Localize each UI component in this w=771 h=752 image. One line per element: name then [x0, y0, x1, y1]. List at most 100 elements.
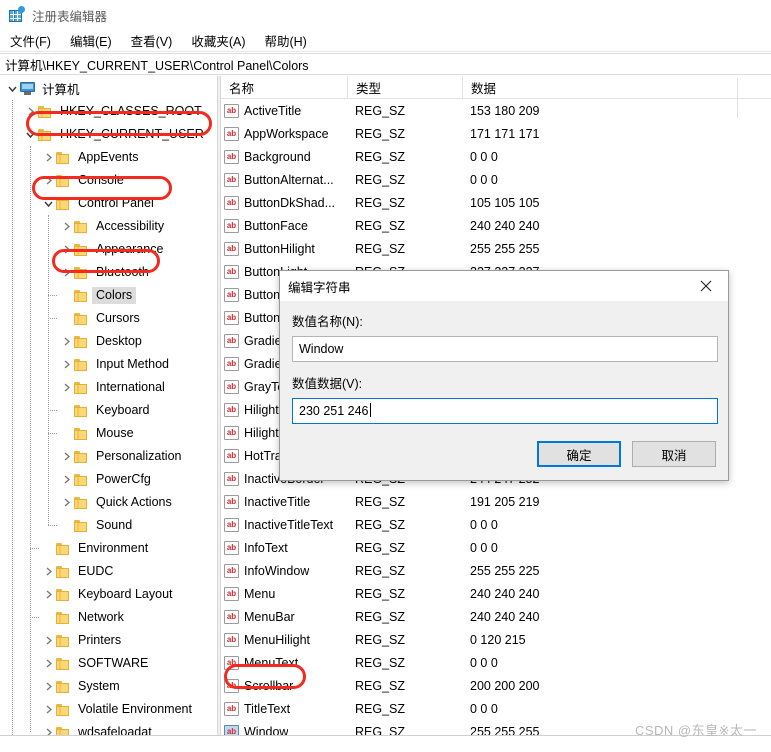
- tree-item-eudc[interactable]: EUDC: [0, 560, 217, 583]
- chevron-right-icon[interactable]: [58, 376, 74, 399]
- chevron-right-icon[interactable]: [58, 238, 74, 261]
- table-row[interactable]: ab ButtonFace REG_SZ 240 240 240: [221, 214, 771, 237]
- tree-item-wdsafeloadat[interactable]: wdsafeloadat: [0, 721, 217, 735]
- tree-item-console[interactable]: Console: [0, 169, 217, 192]
- tree-item-system[interactable]: System: [0, 675, 217, 698]
- column-header-type-label: 类型: [356, 81, 382, 96]
- menu-file[interactable]: 文件(F): [8, 29, 60, 52]
- chevron-right-icon[interactable]: [40, 583, 56, 606]
- column-header-name-label: 名称: [229, 81, 255, 96]
- close-icon[interactable]: [684, 271, 728, 301]
- tree-item-appevents[interactable]: AppEvents: [0, 146, 217, 169]
- table-row[interactable]: ab ButtonHilight REG_SZ 255 255 255: [221, 237, 771, 260]
- chevron-right-icon[interactable]: [58, 491, 74, 514]
- chevron-right-icon[interactable]: [22, 100, 38, 123]
- tree-item-sound[interactable]: Sound: [0, 514, 217, 537]
- table-row[interactable]: ab InfoWindow REG_SZ 255 255 225: [221, 559, 771, 582]
- tree-item-hkey-current-user[interactable]: HKEY_CURRENT_USER: [0, 123, 217, 146]
- chevron-right-icon[interactable]: [40, 698, 56, 721]
- string-value-icon: ab: [224, 379, 239, 394]
- tree-item-quick-actions[interactable]: Quick Actions: [0, 491, 217, 514]
- column-header-name[interactable]: 名称: [221, 76, 347, 99]
- chevron-down-icon[interactable]: [4, 77, 20, 100]
- string-value-icon: ab: [224, 310, 239, 325]
- table-row[interactable]: ab ButtonAlternat... REG_SZ 0 0 0: [221, 168, 771, 191]
- edit-string-dialog: 编辑字符串 数值名称(N): Window 数值数据(V): 230 251 2…: [279, 270, 729, 481]
- value-name-input[interactable]: Window: [292, 336, 718, 362]
- value-data-input[interactable]: 230 251 246: [292, 398, 718, 424]
- tree-item-software[interactable]: SOFTWARE: [0, 652, 217, 675]
- registry-tree-panel[interactable]: 计算机 HKEY_CLASSES_ROOT HKEY_CURRENT_USER App…: [0, 76, 217, 735]
- folder-icon: [56, 703, 70, 716]
- folder-icon-wrap: [56, 542, 74, 555]
- address-bar[interactable]: 计算机\HKEY_CURRENT_USER\Control Panel\Colo…: [0, 53, 771, 75]
- string-value-icon: ab: [224, 103, 239, 118]
- tree-item-keyboard[interactable]: Keyboard: [0, 399, 217, 422]
- table-row[interactable]: ab TitleText REG_SZ 0 0 0: [221, 697, 771, 720]
- tree-item-bluetooth[interactable]: Bluetooth: [0, 261, 217, 284]
- table-row[interactable]: ab MenuBar REG_SZ 240 240 240: [221, 605, 771, 628]
- tree-item-mouse[interactable]: Mouse: [0, 422, 217, 445]
- chevron-right-icon[interactable]: [58, 445, 74, 468]
- tree-item-personalization[interactable]: Personalization: [0, 445, 217, 468]
- table-row[interactable]: ab ButtonDkShad... REG_SZ 105 105 105: [221, 191, 771, 214]
- tree-item-cursors[interactable]: Cursors: [0, 307, 217, 330]
- chevron-down-icon[interactable]: [22, 123, 38, 146]
- chevron-right-icon[interactable]: [40, 169, 56, 192]
- chevron-down-icon[interactable]: [40, 192, 56, 215]
- ok-button[interactable]: 确定: [537, 441, 621, 467]
- chevron-right-icon[interactable]: [40, 629, 56, 652]
- cell-data: 255 255 225: [470, 563, 540, 578]
- menu-edit[interactable]: 编辑(E): [68, 29, 121, 52]
- value-name: MenuBar: [244, 609, 295, 624]
- table-row[interactable]: ab Background REG_SZ 0 0 0: [221, 145, 771, 168]
- tree-item-volatile-environment[interactable]: Volatile Environment: [0, 698, 217, 721]
- column-header-data[interactable]: 数据: [462, 76, 702, 99]
- chevron-right-icon[interactable]: [58, 261, 74, 284]
- table-row[interactable]: ab Scrollbar REG_SZ 200 200 200: [221, 674, 771, 697]
- folder-icon: [74, 243, 88, 256]
- cell-type: REG_SZ: [355, 540, 406, 555]
- chevron-right-icon[interactable]: [40, 675, 56, 698]
- chevron-right-icon[interactable]: [58, 330, 74, 353]
- column-header-type[interactable]: 类型: [347, 76, 462, 99]
- chevron-right-icon[interactable]: [58, 215, 74, 238]
- cell-name: ab Scrollbar: [221, 678, 347, 693]
- table-row[interactable]: ab Menu REG_SZ 240 240 240: [221, 582, 771, 605]
- cell-data: 153 180 209: [470, 103, 540, 118]
- tree-item-powercfg[interactable]: PowerCfg: [0, 468, 217, 491]
- tree-item-environment[interactable]: Environment: [0, 537, 217, 560]
- tree-item-hkey-classes-root[interactable]: HKEY_CLASSES_ROOT: [0, 100, 217, 123]
- tree-item-network[interactable]: Network: [0, 606, 217, 629]
- tree-item-label: AppEvents: [78, 150, 139, 164]
- tree-item-[interactable]: 计算机: [0, 77, 217, 100]
- tree-item-keyboard-layout[interactable]: Keyboard Layout: [0, 583, 217, 606]
- tree-item-control-panel[interactable]: Control Panel: [0, 192, 217, 215]
- tree-item-colors[interactable]: Colors: [0, 284, 217, 307]
- chevron-right-icon[interactable]: [40, 146, 56, 169]
- table-row[interactable]: ab InactiveTitleText REG_SZ 0 0 0: [221, 513, 771, 536]
- menu-help[interactable]: 帮助(H): [262, 29, 315, 52]
- table-row[interactable]: ab AppWorkspace REG_SZ 171 171 171: [221, 122, 771, 145]
- tree-item-appearance[interactable]: Appearance: [0, 238, 217, 261]
- table-row[interactable]: ab InactiveTitle REG_SZ 191 205 219: [221, 490, 771, 513]
- tree-item-international[interactable]: International: [0, 376, 217, 399]
- table-row[interactable]: ab MenuText REG_SZ 0 0 0: [221, 651, 771, 674]
- value-name-label: 数值名称(N):: [292, 315, 363, 329]
- cell-name: ab MenuText: [221, 655, 347, 670]
- chevron-right-icon[interactable]: [40, 721, 56, 735]
- menu-favorites[interactable]: 收藏夹(A): [189, 29, 254, 52]
- table-row[interactable]: ab InfoText REG_SZ 0 0 0: [221, 536, 771, 559]
- tree-item-printers[interactable]: Printers: [0, 629, 217, 652]
- menu-view[interactable]: 查看(V): [129, 29, 182, 52]
- cancel-button[interactable]: 取消: [632, 441, 716, 467]
- table-row[interactable]: ab ActiveTitle REG_SZ 153 180 209: [221, 99, 771, 122]
- chevron-right-icon[interactable]: [58, 468, 74, 491]
- chevron-right-icon[interactable]: [58, 353, 74, 376]
- chevron-right-icon[interactable]: [40, 652, 56, 675]
- chevron-right-icon[interactable]: [40, 560, 56, 583]
- tree-item-input-method[interactable]: Input Method: [0, 353, 217, 376]
- table-row[interactable]: ab MenuHilight REG_SZ 0 120 215: [221, 628, 771, 651]
- tree-item-desktop[interactable]: Desktop: [0, 330, 217, 353]
- tree-item-accessibility[interactable]: Accessibility: [0, 215, 217, 238]
